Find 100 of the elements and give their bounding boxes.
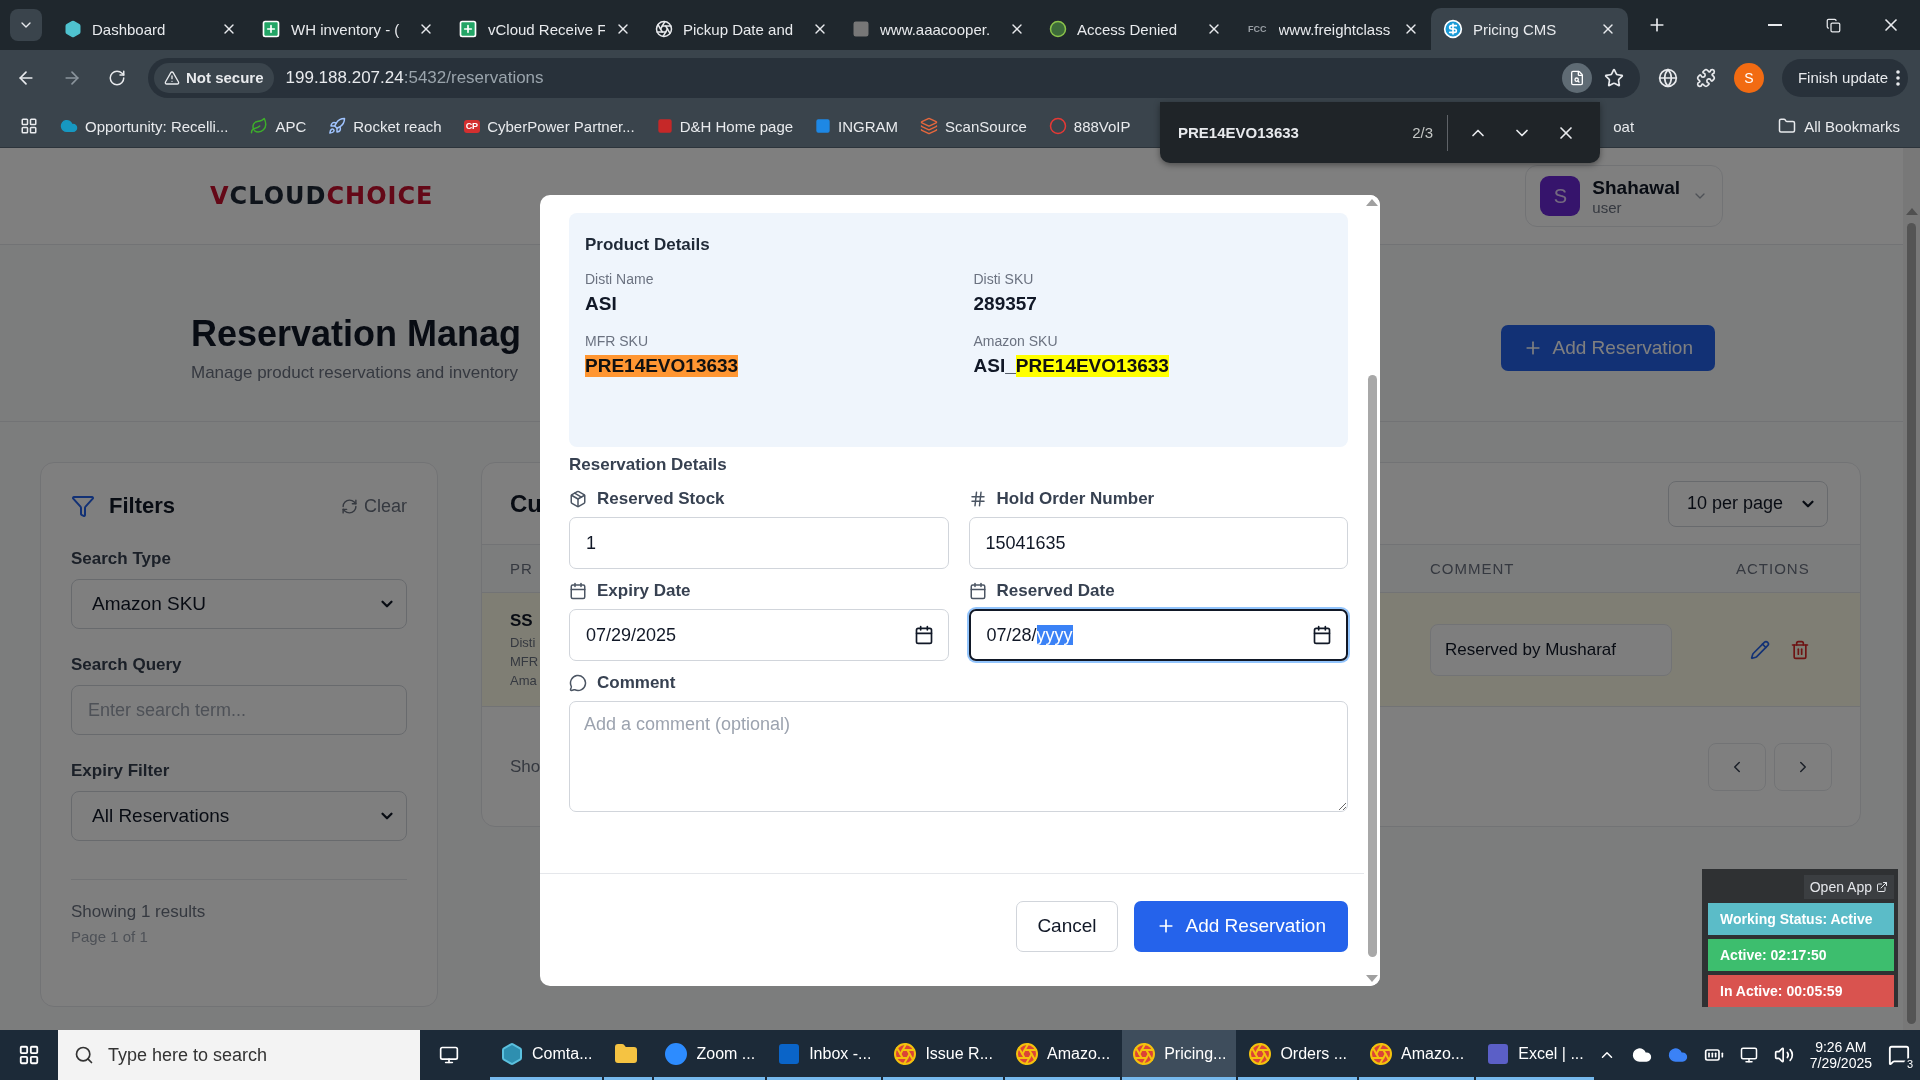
browser-tab[interactable]: Dashboard [52, 8, 249, 50]
square-icon [852, 20, 870, 38]
filters-title: Filters [109, 493, 176, 519]
comment-icon [569, 674, 587, 692]
select-field[interactable]: Amazon SKU [71, 579, 407, 629]
taskbar-app[interactable]: Inbox -... [767, 1030, 882, 1080]
bookmark-item[interactable]: CP CyberPower Partner... [463, 117, 635, 135]
detail-label: Disti SKU [973, 271, 1035, 287]
bookmark-letters: CP [463, 119, 481, 133]
find-in-page-button[interactable] [1561, 62, 1592, 93]
taskbar-app[interactable]: Pricing... [1122, 1030, 1237, 1080]
browser-tab[interactable]: Access Denied [1037, 8, 1234, 50]
box-icon [569, 490, 587, 508]
delete-button[interactable] [1790, 639, 1810, 660]
input-field[interactable]: 1 [569, 517, 949, 569]
calendar-icon[interactable] [913, 625, 934, 645]
comment-field[interactable]: Add a comment (optional) [569, 701, 1348, 812]
column-header: COMMENT [1430, 560, 1515, 577]
browser-tab[interactable]: vCloud Receive F [446, 8, 643, 50]
tab-search-button[interactable] [10, 9, 42, 41]
folder-icon [614, 1041, 639, 1066]
taskbar-app[interactable]: Comta... [490, 1030, 603, 1080]
input-field[interactable]: 15041635 [968, 517, 1348, 569]
browser-tab[interactable]: Pickup Date and [643, 8, 840, 50]
filter-icon [71, 494, 95, 518]
user-avatar: S [1540, 176, 1581, 216]
cancel-button[interactable]: Cancel [1016, 900, 1118, 952]
user-role: user [1592, 198, 1622, 216]
taskbar-clock[interactable]: 9:26 AM 7/29/2025 [1809, 1039, 1872, 1071]
aperture-icon [655, 20, 673, 38]
column-header: PR [510, 560, 533, 577]
tab-title: www.freightclass [1278, 20, 1392, 38]
tab-title: www.aaacooper. [880, 20, 992, 38]
favicon-letters: FCC [1247, 22, 1268, 36]
taskbar-app[interactable]: Excel | ... [1476, 1030, 1594, 1080]
bookmark-item[interactable]: oat [1613, 117, 1635, 135]
tab-title: Pricing CMS [1473, 20, 1558, 38]
edit-button[interactable] [1750, 639, 1770, 660]
cloud-icon[interactable] [1631, 1045, 1652, 1065]
date-field[interactable]: 07/28/yyyy [968, 609, 1348, 661]
finish-update-button[interactable]: Finish update [1781, 58, 1908, 97]
folder-icon [1778, 117, 1797, 135]
date-field[interactable]: 07/29/2025 [569, 609, 949, 661]
pencil-icon [1750, 639, 1770, 660]
external-link-icon [1876, 881, 1888, 893]
tab-title: vCloud Receive F [488, 20, 605, 38]
user-menu[interactable]: S Shahawal user [1525, 165, 1723, 227]
browser-tab[interactable]: WH inventory - ( [249, 8, 446, 50]
all-bookmarks-button[interactable]: All Bookmarks [1778, 117, 1900, 135]
per-page-select[interactable]: 10 per page [1667, 480, 1828, 527]
match-count: 2/3 [1412, 114, 1448, 151]
task-view-icon [439, 1045, 459, 1065]
volume-icon[interactable] [1773, 1045, 1794, 1065]
bookmark-item[interactable]: D&H Home page [656, 117, 794, 135]
bookmark-item[interactable]: ScanSource [920, 117, 1027, 135]
bookmark-star-icon[interactable] [1603, 67, 1624, 88]
select-field[interactable]: All Reservations [71, 791, 407, 841]
calendar-icon [968, 582, 987, 600]
section-title: Product Details [585, 235, 711, 255]
calendar-icon[interactable] [1312, 625, 1332, 645]
tab-title: Pickup Date and [683, 20, 795, 38]
browser-tab[interactable]: FCC www.freightclass [1234, 8, 1431, 50]
taskbar-app[interactable]: Amazo... [1005, 1030, 1121, 1080]
search-page-icon [1568, 69, 1585, 86]
results-count: Showing 1 results [71, 902, 207, 922]
search-icon [74, 1045, 94, 1065]
taskbar-app[interactable]: Orders ... [1238, 1030, 1358, 1080]
bookmark-item[interactable]: Rocket reach [328, 117, 442, 135]
warning-icon [164, 69, 180, 86]
address-bar[interactable]: Not secure 199.188.207.24:5432/reservations [148, 57, 1640, 98]
browser-tab[interactable]: www.aaacooper. [840, 8, 1037, 50]
find-highlight: PRE14EVO13633 [585, 355, 739, 377]
taskbar-app[interactable]: Issue R... [883, 1030, 1003, 1080]
leaf-icon [250, 117, 269, 135]
extensions-icon[interactable] [1695, 67, 1716, 88]
taskbar-search[interactable]: Type here to search [58, 1030, 420, 1080]
add-reservation-button[interactable]: Add Reservation [1133, 900, 1348, 952]
refresh-icon [341, 497, 358, 515]
globe-icon[interactable] [1657, 67, 1678, 88]
bookmark-item[interactable]: Opportunity: Recelli... [60, 117, 229, 135]
taskbar-app[interactable]: Amazo... [1359, 1030, 1475, 1080]
table-cell: MFR [510, 654, 539, 669]
detail-value: ASI_ [973, 355, 1016, 377]
field-label: Reserved Date [968, 581, 1115, 601]
open-app-button[interactable]: Open App [1803, 875, 1894, 899]
circle-icon [1049, 20, 1067, 38]
taskbar-app[interactable]: Zoom ... [654, 1030, 766, 1080]
apps-grid-icon[interactable] [20, 117, 38, 135]
security-chip[interactable]: Not secure [154, 62, 274, 93]
find-query: PRE14EVO13633 [1178, 124, 1300, 141]
bookmark-item[interactable]: 888VoIP [1048, 117, 1131, 135]
spreadsheet-icon [261, 19, 281, 39]
bookmark-item[interactable]: APC [250, 117, 307, 135]
circle-icon [664, 1041, 689, 1066]
bookmark-item[interactable]: INGRAM [815, 117, 899, 135]
tab-title: WH inventory - ( [291, 20, 401, 38]
browser-tab[interactable]: Pricing CMS [1431, 8, 1628, 50]
url-text: 199.188.207.24:5432/reservations [285, 67, 545, 88]
detail-label: MFR SKU [585, 333, 649, 349]
detail-value: ASI [585, 293, 617, 315]
